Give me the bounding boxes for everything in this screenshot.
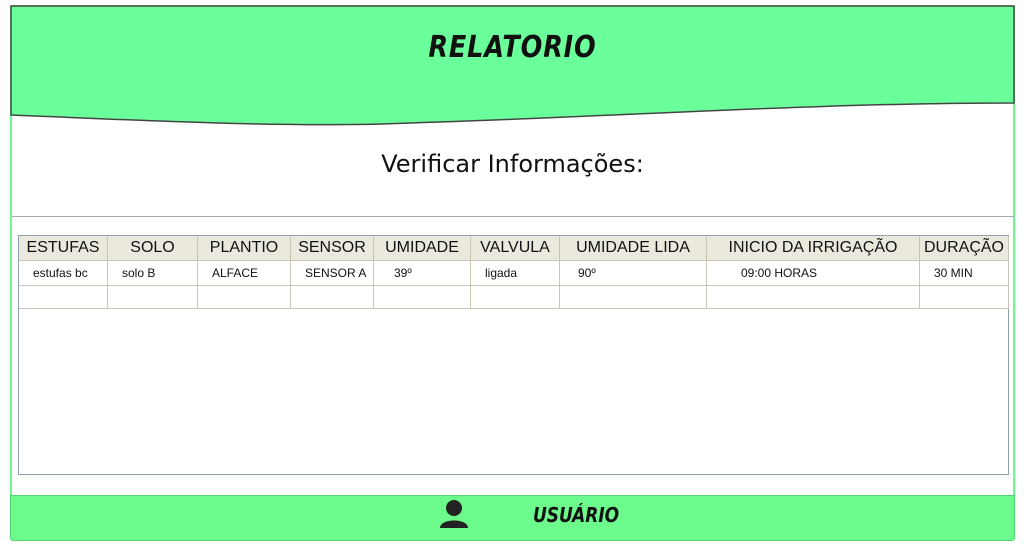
column-header-umidade-lida[interactable]: UMIDADE LIDA	[559, 236, 707, 261]
footer-bar	[10, 495, 1015, 541]
column-header-sensor[interactable]: SENSOR	[290, 236, 374, 261]
empty-cell[interactable]	[559, 285, 707, 309]
cell-umidade-lida[interactable]: 90º	[559, 260, 707, 286]
empty-cell[interactable]	[197, 285, 291, 309]
empty-cell[interactable]	[706, 285, 920, 309]
column-header-plantio[interactable]: PLANTIO	[197, 236, 291, 261]
table-row[interactable]	[19, 285, 1009, 309]
cell-estufas[interactable]: estufas bc	[19, 260, 108, 286]
cell-umidade[interactable]: 39º	[373, 260, 471, 286]
user-label[interactable]: USUÁRIO	[533, 503, 619, 527]
empty-cell[interactable]	[19, 285, 108, 309]
column-header-solo[interactable]: SOLO	[107, 236, 198, 261]
user-icon[interactable]	[437, 498, 471, 530]
cell-plantio[interactable]: ALFACE	[197, 260, 291, 286]
column-header-estufas[interactable]: ESTUFAS	[19, 236, 108, 261]
column-header-inicio-irrigacao[interactable]: INICIO DA IRRIGAÇÃO	[706, 236, 920, 261]
column-header-duracao[interactable]: DURAÇÃO	[919, 236, 1009, 261]
table-header-row: ESTUFAS SOLO PLANTIO SENSOR UMIDADE VALV…	[19, 236, 1009, 261]
page-title: RELATORIO	[428, 30, 597, 65]
empty-cell[interactable]	[290, 285, 374, 309]
header-banner	[10, 5, 1015, 126]
report-table: ESTUFAS SOLO PLANTIO SENSOR UMIDADE VALV…	[19, 236, 1009, 309]
cell-duracao[interactable]: 30 MIN	[919, 260, 1009, 286]
column-header-valvula[interactable]: VALVULA	[470, 236, 560, 261]
cell-solo[interactable]: solo B	[107, 260, 198, 286]
column-header-umidade[interactable]: UMIDADE	[373, 236, 471, 261]
section-subtitle: Verificar Informações:	[381, 150, 644, 178]
divider	[12, 216, 1015, 217]
cell-sensor[interactable]: SENSOR A	[290, 260, 374, 286]
empty-cell[interactable]	[107, 285, 198, 309]
empty-cell[interactable]	[919, 285, 1009, 309]
empty-cell[interactable]	[470, 285, 560, 309]
table-row[interactable]: estufas bc solo B ALFACE SENSOR A 39º li…	[19, 260, 1009, 286]
empty-cell[interactable]	[373, 285, 471, 309]
cell-valvula[interactable]: ligada	[470, 260, 560, 286]
cell-inicio-irrigacao[interactable]: 09:00 HORAS	[706, 260, 920, 286]
